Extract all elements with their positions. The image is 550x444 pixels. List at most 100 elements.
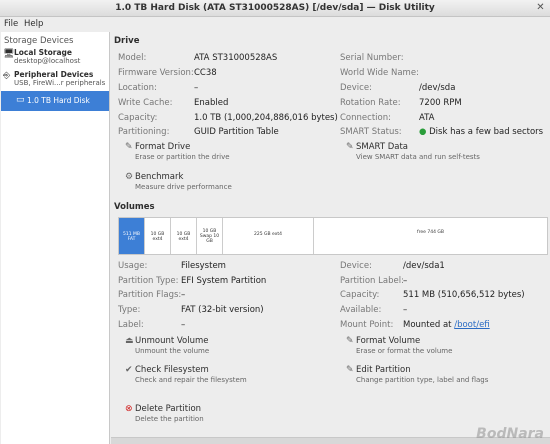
volume-segment[interactable]: 10 GB ext4	[171, 218, 197, 254]
volume-label: Partition Type:	[118, 276, 179, 286]
drive-label: World Wide Name:	[340, 68, 419, 78]
drive-label: SMART Status:	[340, 127, 402, 137]
smart-status-value: ● Disk has a few bad sectors	[419, 127, 543, 137]
usb-icon: ⎆	[3, 71, 11, 81]
menu-help[interactable]: Help	[24, 19, 43, 29]
eject-icon: ⏏	[125, 336, 134, 346]
drive-label: Connection:	[340, 113, 391, 123]
drive-label: Capacity:	[118, 113, 158, 123]
smart-status-text: Disk has a few bad sectors	[429, 127, 544, 137]
drive-label: Write Cache:	[118, 98, 173, 108]
volume-value: –	[403, 276, 408, 286]
delete-partition-button[interactable]: ⊗ Delete Partition Delete the partition	[125, 404, 325, 426]
volume-segment-label: 10 GB Swap 10 GB	[199, 229, 220, 244]
mount-point-text: Mounted at	[403, 320, 452, 330]
action-desc: Delete the partition	[135, 415, 204, 423]
format-volume-button[interactable]: ✎ Format Volume Erase or format the volu…	[346, 336, 546, 358]
drive-value: –	[194, 83, 199, 93]
menu-file[interactable]: File	[4, 19, 18, 29]
drive-section-title: Drive	[114, 36, 140, 46]
format-drive-button[interactable]: ✎ Format Drive Erase or partition the dr…	[125, 142, 325, 164]
volumes-section-title: Volumes	[114, 202, 155, 212]
drive-value: CC38	[194, 68, 217, 78]
mount-point-value: Mounted at /boot/efi	[403, 320, 490, 330]
action-desc: Erase or partition the drive	[135, 153, 230, 161]
drive-label: Location:	[118, 83, 157, 93]
volume-value: FAT (32-bit version)	[181, 305, 264, 315]
volume-segment[interactable]: 10 GB ext4	[145, 218, 171, 254]
sidebar-item-local-storage[interactable]: 🖥 Local Storage desktop@localhost	[3, 48, 107, 68]
action-name: Benchmark	[135, 172, 184, 182]
volume-label: Partition Flags:	[118, 290, 182, 300]
sidebar-item-label: Peripheral Devices	[14, 70, 94, 79]
volume-value: EFI System Partition	[181, 276, 267, 286]
volume-value: –	[181, 320, 186, 330]
action-desc: Change partition type, label and flags	[356, 376, 489, 384]
action-desc: View SMART data and run self-tests	[356, 153, 480, 161]
volume-label: Mount Point:	[340, 320, 394, 330]
smart-data-button[interactable]: ✎ SMART Data View SMART data and run sel…	[346, 142, 546, 164]
volume-map: 511 MB FAT 10 GB ext4 10 GB ext4 10 GB S…	[118, 217, 548, 255]
drive-value: ATA	[419, 113, 435, 123]
action-desc: Erase or format the volume	[356, 347, 453, 355]
volume-label: Device:	[340, 261, 372, 271]
drive-value: 7200 RPM	[419, 98, 462, 108]
check-filesystem-button[interactable]: ✔ Check Filesystem Check and repair the …	[125, 365, 325, 387]
benchmark-icon: ⚙	[125, 172, 134, 182]
volume-value: /dev/sda1	[403, 261, 445, 271]
volume-segment-label: 10 GB ext4	[176, 232, 191, 242]
action-name: Check Filesystem	[135, 365, 209, 375]
main-panel: Drive Model: ATA ST31000528AS Firmware V…	[111, 32, 550, 444]
smart-icon: ✎	[346, 142, 354, 152]
status-ok-icon: ●	[419, 127, 427, 137]
action-name: Format Volume	[356, 336, 421, 346]
action-name: Edit Partition	[356, 365, 411, 375]
hard-disk-icon: ▭	[16, 95, 25, 105]
volume-value: 511 MB (510,656,512 bytes)	[403, 290, 525, 300]
drive-value: GUID Partition Table	[194, 127, 279, 137]
format-icon: ✎	[125, 142, 133, 152]
drive-label: Device:	[340, 83, 372, 93]
sidebar-item-hard-disk[interactable]: ▭ 1.0 TB Hard Disk	[1, 91, 109, 111]
unmount-volume-button[interactable]: ⏏ Unmount Volume Unmount the volume	[125, 336, 325, 358]
menu-bar: File Help	[0, 17, 550, 31]
watermark-logo: BodNara	[476, 426, 544, 442]
close-icon[interactable]: ✕	[535, 2, 546, 13]
sidebar-item-peripheral[interactable]: ⎆ Peripheral Devices USB, FireWi...r per…	[3, 70, 107, 90]
action-name: Delete Partition	[135, 404, 202, 414]
volume-label: Usage:	[118, 261, 148, 271]
volume-label: Label:	[118, 320, 144, 330]
action-desc: Check and repair the filesystem	[135, 376, 247, 384]
drive-label: Firmware Version:	[118, 68, 194, 78]
edit-icon: ✎	[346, 365, 354, 375]
drive-value: 1.0 TB (1,000,204,886,016 bytes)	[194, 113, 338, 123]
drive-value: /dev/sda	[419, 83, 456, 93]
sidebar-item-sub: desktop@localhost	[14, 57, 81, 65]
drive-label: Partitioning:	[118, 127, 170, 137]
volume-segment[interactable]: 225 GB ext4	[223, 218, 314, 254]
volume-label: Partition Label:	[340, 276, 404, 286]
sidebar-item-label: 1.0 TB Hard Disk	[27, 96, 90, 105]
action-name: Format Drive	[135, 142, 191, 152]
action-name: Unmount Volume	[135, 336, 209, 346]
drive-value: Enabled	[194, 98, 229, 108]
volume-segment[interactable]: 10 GB Swap 10 GB	[197, 218, 223, 254]
volume-segment-label: 225 GB ext4	[253, 232, 282, 237]
sidebar: Storage Devices 🖥 Local Storage desktop@…	[1, 32, 110, 444]
benchmark-button[interactable]: ⚙ Benchmark Measure drive performance	[125, 172, 325, 194]
check-icon: ✔	[125, 365, 133, 375]
sidebar-header: Storage Devices	[4, 36, 74, 46]
volume-segment[interactable]: 511 MB FAT	[119, 218, 145, 254]
volume-segment[interactable]: free 744 GB	[314, 218, 547, 254]
action-desc: Measure drive performance	[135, 183, 232, 191]
action-name: SMART Data	[356, 142, 409, 152]
window-title: 1.0 TB Hard Disk (ATA ST31000528AS) [/de…	[115, 3, 435, 13]
volume-segment-label: 10 GB ext4	[150, 232, 165, 242]
drive-value: ATA ST31000528AS	[194, 53, 278, 63]
volume-label: Available:	[340, 305, 382, 315]
volume-value: Filesystem	[181, 261, 226, 271]
edit-partition-button[interactable]: ✎ Edit Partition Change partition type, …	[346, 365, 546, 387]
mount-point-link[interactable]: /boot/efi	[454, 320, 489, 330]
format-icon: ✎	[346, 336, 354, 346]
sidebar-item-sub: USB, FireWi...r peripherals	[14, 79, 106, 87]
